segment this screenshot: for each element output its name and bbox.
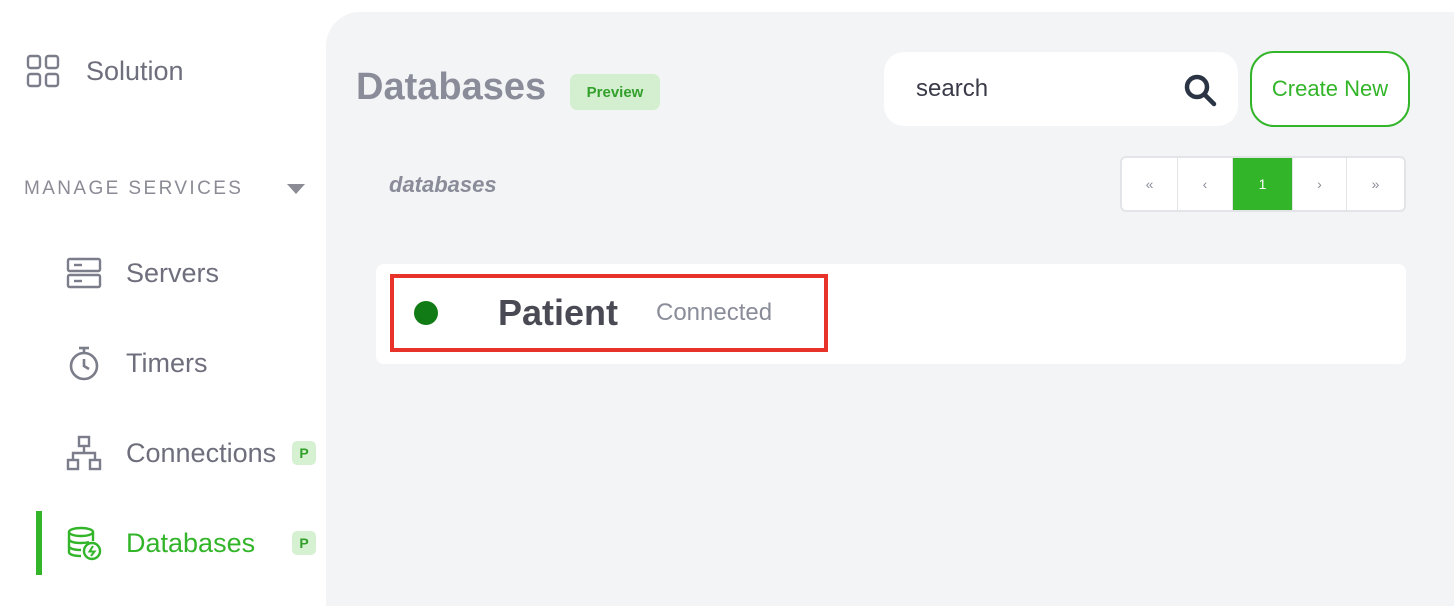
page-first-button[interactable]: «	[1122, 158, 1178, 210]
sidebar-item-timers[interactable]: Timers	[36, 331, 326, 395]
sidebar-item-connections[interactable]: Connections P	[36, 421, 326, 485]
preview-badge: Preview	[570, 74, 660, 110]
manage-services-toggle[interactable]: MANAGE SERVICES	[24, 176, 306, 202]
pagination: « ‹ 1 › »	[1120, 156, 1406, 212]
grid-icon	[26, 54, 60, 88]
sidebar-item-label: Databases	[126, 527, 256, 558]
preview-badge-small: P	[292, 531, 316, 555]
search-box	[884, 52, 1238, 126]
status-dot	[414, 301, 438, 325]
sidebar-item-databases[interactable]: Databases P	[36, 511, 326, 575]
search-icon[interactable]	[1182, 72, 1218, 108]
database-list: Patient Connected	[376, 264, 1406, 364]
page-number-button[interactable]: 1	[1233, 158, 1293, 210]
sidebar-item-servers[interactable]: Servers	[36, 241, 326, 305]
connections-icon	[66, 435, 102, 471]
solution-label: Solution	[86, 55, 184, 86]
page-next-button[interactable]: ›	[1293, 158, 1347, 210]
page-prev-button[interactable]: ‹	[1178, 158, 1233, 210]
preview-badge-small: P	[292, 441, 316, 465]
active-indicator	[36, 511, 42, 575]
sidebar-item-label: Timers	[126, 347, 208, 378]
page-title: Databases	[356, 66, 547, 108]
main-panel: Databases Preview Create New databases «…	[326, 12, 1454, 606]
list-label: databases	[389, 172, 497, 197]
database-item[interactable]: Patient Connected	[390, 274, 828, 352]
solution-link[interactable]: Solution	[26, 52, 184, 90]
caret-down-icon	[287, 184, 305, 194]
database-status: Connected	[656, 299, 773, 326]
database-icon	[67, 526, 102, 561]
sidebar-item-label: Connections	[126, 437, 277, 468]
create-new-button[interactable]: Create New	[1250, 51, 1410, 127]
database-name: Patient	[498, 292, 619, 333]
page-last-button[interactable]: »	[1347, 158, 1404, 210]
search-input[interactable]	[914, 70, 1174, 108]
sidebar: Solution MANAGE SERVICES Servers Timers	[0, 0, 326, 606]
server-icon	[66, 257, 102, 289]
sidebar-item-label: Servers	[126, 257, 220, 288]
timer-icon	[69, 346, 99, 381]
section-title: MANAGE SERVICES	[24, 178, 244, 199]
